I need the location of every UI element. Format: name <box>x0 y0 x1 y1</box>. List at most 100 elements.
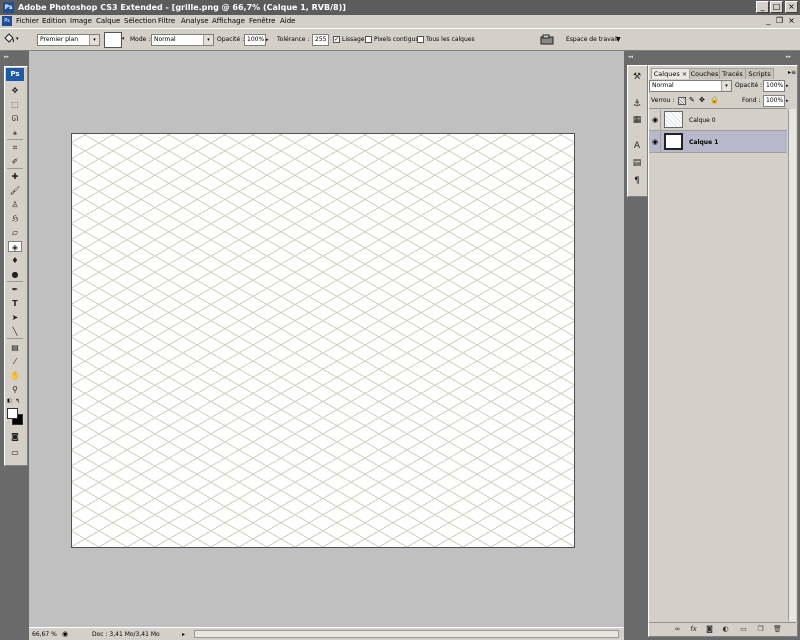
menu-edition[interactable]: Edition <box>42 15 66 28</box>
horizontal-scrollbar[interactable] <box>194 630 619 638</box>
tab-calques[interactable]: Calques × <box>651 68 690 79</box>
antialias-checkbox[interactable]: ✓ <box>333 36 340 43</box>
workspace-button[interactable]: Espace de travail <box>566 34 618 46</box>
workspace-chevron-icon[interactable]: ▼ <box>616 34 621 46</box>
paragraph-panel-icon[interactable]: ▤ <box>630 157 644 170</box>
line-tool-icon[interactable]: ╲ <box>8 326 22 337</box>
pattern-dropdown-icon[interactable]: ▾ <box>122 36 127 42</box>
screen-mode-icon[interactable]: ▭ <box>8 447 22 458</box>
link-icon[interactable]: ∞ <box>672 624 683 634</box>
panel-expand-icon[interactable]: ▸▸ <box>786 54 798 60</box>
lock-position-icon[interactable]: ✥ <box>699 95 707 105</box>
eyedropper-icon[interactable]: ⁄ <box>8 356 22 367</box>
pilcrow-icon[interactable]: ¶ <box>630 175 644 188</box>
pen-tool-icon[interactable]: ✒ <box>8 284 22 295</box>
menu-affichage[interactable]: Affichage <box>212 15 245 28</box>
lock-transparency-icon[interactable] <box>678 97 686 105</box>
eraser-icon[interactable]: ▱ <box>8 227 22 238</box>
panel-collapse-icon[interactable]: ◂◂ <box>628 54 640 60</box>
blend-mode-select[interactable]: Normal ▾ <box>649 80 732 92</box>
trash-icon[interactable]: 🗑 <box>772 624 783 634</box>
doc-close-button[interactable]: × <box>787 15 796 27</box>
paint-bucket-icon[interactable]: ◈ <box>8 241 22 252</box>
move-tool-icon[interactable]: ✥ <box>8 85 22 96</box>
tolerance-input[interactable]: 255 <box>312 34 329 46</box>
opacity-slider-icon[interactable]: ▸ <box>266 35 271 45</box>
blur-tool-icon[interactable]: ♦ <box>8 255 22 266</box>
layer-name[interactable]: Calque 0 <box>689 115 716 126</box>
minimize-button[interactable]: _ <box>756 1 769 13</box>
eye-icon[interactable]: ◉ <box>651 116 659 124</box>
fill-input[interactable]: 100% <box>763 95 785 107</box>
close-icon[interactable]: × <box>682 70 687 78</box>
tool-preset-dropdown[interactable]: ▾ <box>16 36 22 42</box>
quick-mask-icon[interactable]: ◙ <box>8 431 22 442</box>
tab-couches[interactable]: Couches <box>689 68 720 79</box>
mask-icon[interactable]: ◙ <box>704 624 715 634</box>
layer-opacity-input[interactable]: 100% <box>763 80 785 92</box>
palette-well-icon[interactable] <box>540 34 554 45</box>
menu-fichier[interactable]: Fichier <box>16 15 39 28</box>
dodge-tool-icon[interactable]: ● <box>8 269 22 280</box>
photoshop-logo[interactable]: Ps <box>6 68 24 81</box>
path-selection-icon[interactable]: ➤ <box>8 312 22 323</box>
type-tool-icon[interactable]: T <box>8 298 22 309</box>
group-icon[interactable]: ▭ <box>738 624 749 634</box>
hand-tool-icon[interactable]: ✋ <box>8 370 22 381</box>
crop-tool-icon[interactable]: ⌗ <box>8 142 22 153</box>
mode-select[interactable]: Normal ▾ <box>151 34 214 46</box>
app-icon[interactable]: Ps <box>3 2 14 13</box>
default-colors-icon[interactable]: ◧ <box>7 398 14 405</box>
fill-source-select[interactable]: Premier plan ▾ <box>37 34 100 46</box>
fill-slider-icon[interactable]: ▸ <box>786 96 792 106</box>
lock-all-icon[interactable]: 🔒 <box>710 95 719 105</box>
maximize-button[interactable]: □ <box>770 1 783 13</box>
eyedropper-slice-icon[interactable]: ✐ <box>8 156 22 167</box>
zoom-tool-icon[interactable]: ⚲ <box>8 384 22 395</box>
lock-image-icon[interactable]: ✎ <box>689 95 697 105</box>
swap-colors-icon[interactable]: ↰ <box>15 398 22 405</box>
adjustment-icon[interactable]: ◐ <box>720 624 731 634</box>
history-icon[interactable]: ▦ <box>630 114 644 127</box>
navigator-icon[interactable]: ⚓ <box>630 98 644 111</box>
layer-thumbnail[interactable] <box>664 133 683 150</box>
magic-wand-icon[interactable]: ⚹ <box>8 127 22 138</box>
new-layer-icon[interactable]: ❐ <box>755 624 766 634</box>
history-brush-icon[interactable]: ℌ <box>8 213 22 224</box>
foreground-color-swatch[interactable] <box>7 408 18 419</box>
clone-stamp-icon[interactable]: ♙ <box>8 199 22 210</box>
layer-thumbnail[interactable] <box>664 111 683 128</box>
all-layers-checkbox[interactable] <box>417 36 424 43</box>
marquee-tool-icon[interactable]: ⬚ <box>8 99 22 110</box>
tools-preset-icon[interactable]: ⚒ <box>630 71 644 84</box>
status-menu-arrow-icon[interactable]: ▸ <box>182 629 185 640</box>
close-button[interactable]: × <box>785 1 798 13</box>
paint-bucket-icon[interactable] <box>3 33 15 45</box>
status-nav-icon[interactable]: ◉ <box>62 629 68 640</box>
menu-fenetre[interactable]: Fenêtre <box>249 15 275 28</box>
notes-tool-icon[interactable]: ▤ <box>8 342 22 353</box>
menu-analyse[interactable]: Analyse <box>181 15 209 28</box>
toolbox-collapse-icon[interactable]: ▸▸ <box>4 54 26 60</box>
pattern-swatch[interactable] <box>104 32 122 48</box>
doc-minimize-button[interactable]: _ <box>764 15 773 27</box>
brush-tool-icon[interactable]: 🖌 <box>8 185 22 196</box>
menu-aide[interactable]: Aide <box>280 15 295 28</box>
opacity-input[interactable]: 100% <box>244 34 266 46</box>
contiguous-checkbox[interactable] <box>365 36 372 43</box>
menu-calque[interactable]: Calque <box>96 15 120 28</box>
healing-brush-icon[interactable]: ✚ <box>8 171 22 182</box>
layer-name[interactable]: Calque 1 <box>689 137 718 148</box>
document-icon[interactable]: Ps <box>2 16 12 26</box>
lasso-tool-icon[interactable]: ᘏ <box>8 113 22 124</box>
tab-traces[interactable]: Tracés <box>719 68 746 79</box>
zoom-level[interactable]: 66,67 % <box>32 629 57 640</box>
menu-filtre[interactable]: Filtre <box>158 15 175 28</box>
fx-icon[interactable]: fx <box>688 624 699 634</box>
image-canvas[interactable] <box>71 133 575 548</box>
layers-scrollbar[interactable] <box>788 109 796 621</box>
doc-restore-button[interactable]: ❐ <box>775 15 784 27</box>
eye-icon[interactable]: ◉ <box>651 138 659 146</box>
tab-scripts[interactable]: Scripts <box>745 68 774 79</box>
menu-image[interactable]: Image <box>70 15 92 28</box>
